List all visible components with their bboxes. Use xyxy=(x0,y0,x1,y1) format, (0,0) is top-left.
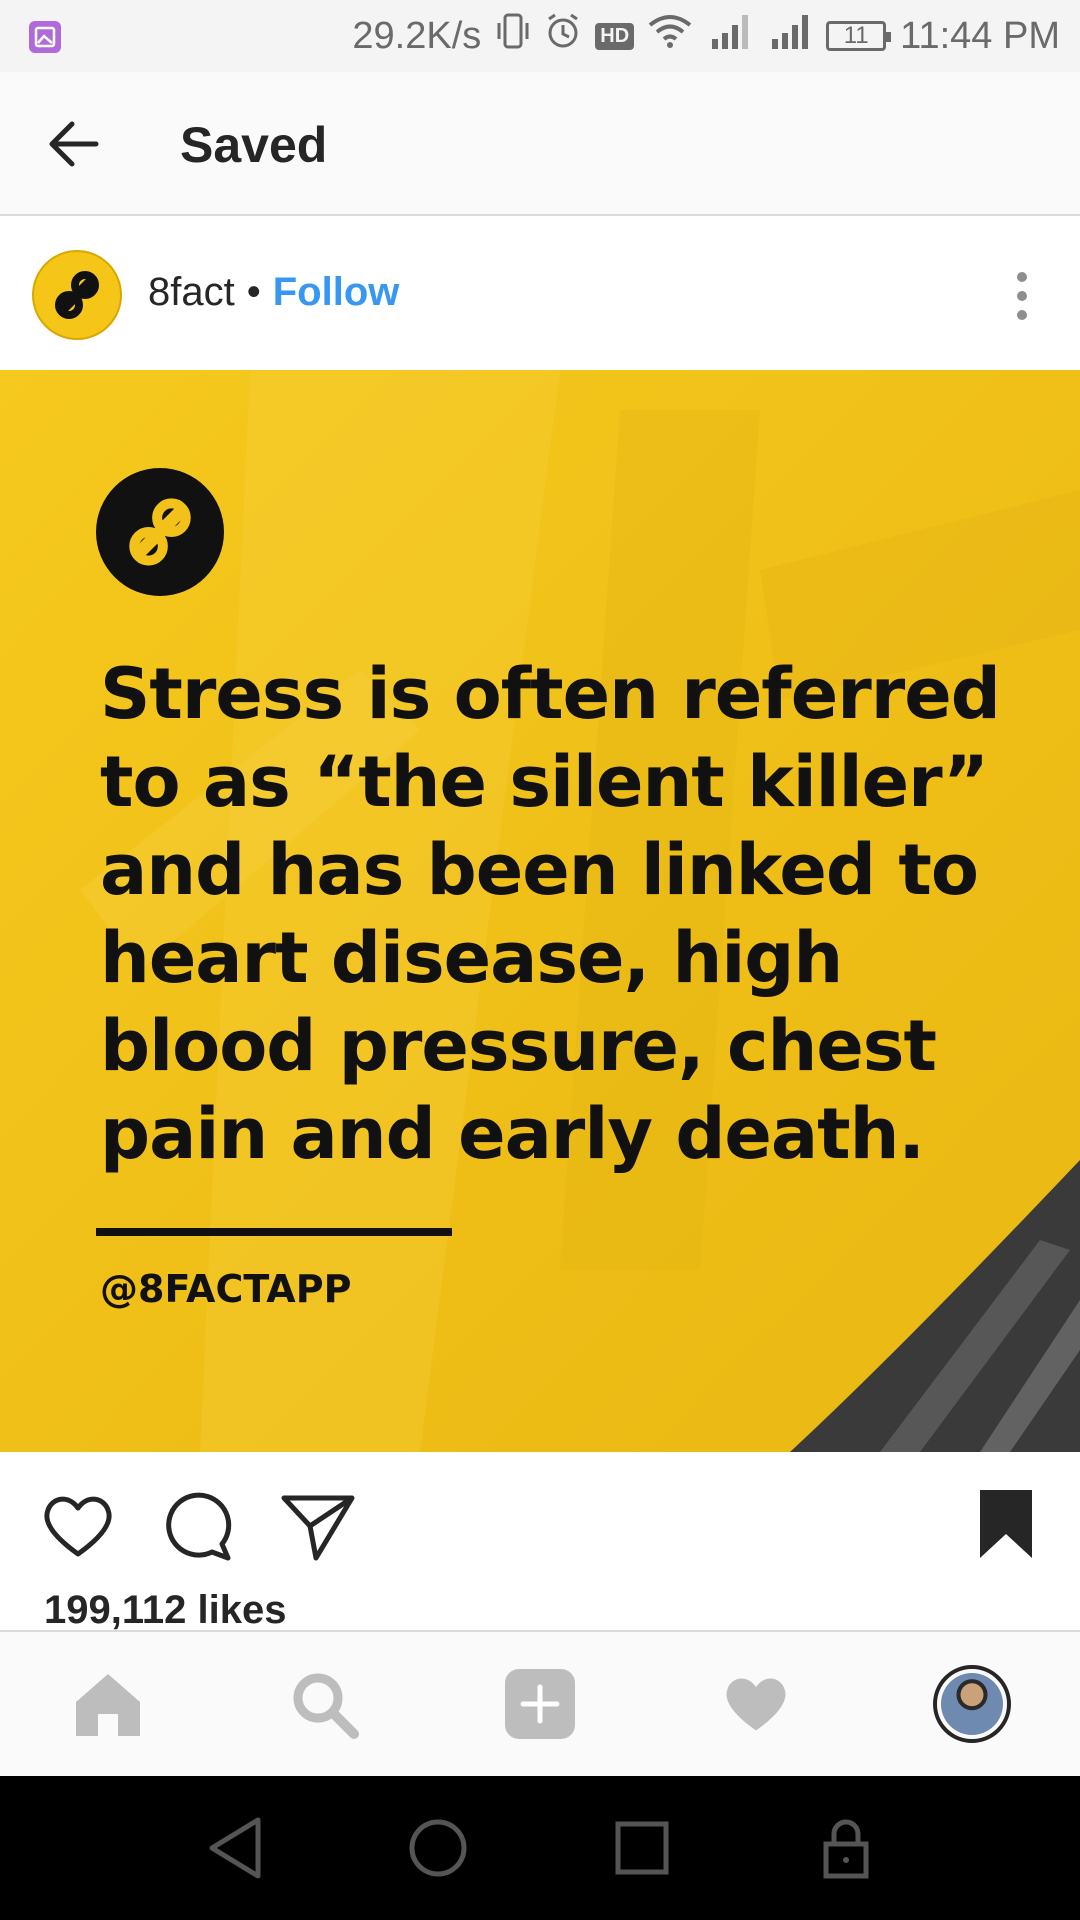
status-icons: 29.2K/s HD 11 11:44 PM xyxy=(352,0,1060,72)
more-vertical-icon[interactable] xyxy=(1002,266,1042,326)
8fact-logo-icon xyxy=(96,468,224,596)
bottom-nav xyxy=(0,1630,1080,1776)
vibrate-icon xyxy=(495,11,531,61)
post-actions xyxy=(0,1452,1080,1582)
account-avatar[interactable] xyxy=(32,250,122,340)
page-title: Saved xyxy=(180,117,328,173)
battery-icon: 11 xyxy=(826,21,892,51)
separator-dot: • xyxy=(246,270,261,314)
heart-filled-icon[interactable] xyxy=(716,1664,796,1744)
gallery-notification-icon xyxy=(28,20,62,59)
status-bar: 29.2K/s HD 11 11:44 PM xyxy=(0,0,1080,72)
comment-icon[interactable] xyxy=(160,1488,236,1564)
network-speed: 29.2K/s xyxy=(352,14,482,57)
arrow-left-icon[interactable] xyxy=(44,114,104,174)
signal-icon-sim1 xyxy=(706,11,752,61)
android-navigation-bar xyxy=(0,1776,1080,1920)
likes-count[interactable]: 199,112 likes xyxy=(44,1588,286,1633)
account-line: 8fact • Follow xyxy=(148,270,399,315)
clock: 11:44 PM xyxy=(900,14,1060,57)
follow-button[interactable]: Follow xyxy=(273,270,400,315)
send-icon[interactable] xyxy=(280,1488,356,1564)
square-recent-icon[interactable] xyxy=(606,1812,678,1884)
app-header: Saved xyxy=(0,72,1080,216)
bookmark-filled-icon[interactable] xyxy=(968,1488,1044,1564)
circle-home-icon[interactable] xyxy=(402,1812,474,1884)
8fact-logo-icon xyxy=(55,271,99,319)
lock-icon[interactable] xyxy=(810,1812,882,1884)
alarm-icon xyxy=(545,11,581,61)
account-name[interactable]: 8fact xyxy=(148,270,235,315)
wifi-icon xyxy=(648,13,692,59)
divider-rule xyxy=(96,1228,452,1236)
post-header: 8fact • Follow xyxy=(0,218,1080,370)
profile-avatar[interactable] xyxy=(932,1664,1012,1744)
add-post-icon[interactable] xyxy=(500,1664,580,1744)
fact-quote: Stress is often referred to as “the sile… xyxy=(100,653,1001,1175)
brand-handle: @8FACTAPP xyxy=(100,1267,352,1311)
post-image[interactable]: Stress is often referred to as “the sile… xyxy=(0,370,1080,1452)
hd-badge: HD xyxy=(595,22,635,50)
heart-outline-icon[interactable] xyxy=(40,1488,116,1564)
home-icon[interactable] xyxy=(68,1664,148,1744)
signal-icon-sim2 xyxy=(766,11,812,61)
triangle-back-icon[interactable] xyxy=(200,1812,272,1884)
search-icon[interactable] xyxy=(284,1664,364,1744)
